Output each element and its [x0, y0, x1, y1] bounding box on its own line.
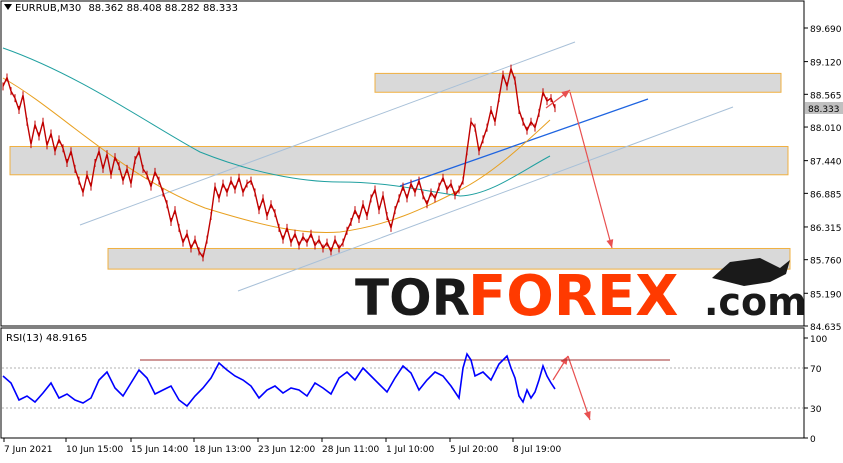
y-tick-label: 89.120	[810, 59, 842, 69]
current-price-label: 88.333	[808, 105, 840, 115]
x-tick-label: 5 Jul 20:00	[450, 445, 499, 455]
y-tick-label: 89.690	[810, 25, 842, 35]
y-tick-label: 85.760	[810, 257, 842, 267]
x-tick-label: 7 Jun 2021	[4, 445, 52, 455]
chart-container: 89.690 89.120 88.565 88.010 87.440 86.885 86.3…	[0, 0, 843, 458]
logo-part-tor: TOR	[355, 269, 470, 327]
x-tick-label: 18 Jun 13:00	[194, 445, 251, 455]
support-resistance-zone	[374, 72, 782, 93]
x-tick-label: 8 Jul 19:00	[513, 445, 562, 455]
y-tick-label: 88.565	[810, 91, 842, 101]
rsi-line	[2, 352, 556, 408]
y-tick-label: 84.635	[810, 323, 842, 333]
rsi-tick-label: 70	[810, 365, 822, 375]
chart-header: EURRUB,M30 88.362 88.408 88.282 88.333	[4, 3, 238, 14]
x-tick-label: 10 Jun 15:00	[66, 445, 123, 455]
dropdown-triangle-icon[interactable]	[4, 4, 12, 10]
ohlc-values: 88.362 88.408 88.282 88.333	[88, 3, 238, 14]
torforex-logo: TORFOREX .com	[355, 258, 807, 329]
channel-upper-line	[79, 41, 576, 226]
price-chart: 89.690 89.120 88.565 88.010 87.440 86.885 86.3…	[0, 0, 843, 455]
y-tick-label: 88.010	[810, 124, 842, 134]
y-tick-label: 87.440	[810, 158, 842, 168]
support-resistance-zone	[107, 247, 791, 270]
rsi-tick-label: 0	[810, 435, 816, 445]
x-tick-label: 15 Jun 14:00	[131, 445, 188, 455]
y-tick-label: 85.190	[810, 290, 842, 300]
symbol-timeframe: EURRUB,M30	[15, 3, 82, 14]
x-tick-label: 28 Jun 11:00	[322, 445, 379, 455]
logo-part-com: .com	[704, 280, 807, 324]
rsi-tick-label: 100	[810, 335, 827, 345]
y-tick-label: 86.315	[810, 224, 842, 234]
logo-part-forex: FOREX	[468, 264, 678, 329]
x-tick-label: 1 Jul 10:00	[386, 445, 435, 455]
rsi-tick-label: 30	[810, 405, 822, 415]
rsi-pane-frame	[0, 327, 805, 439]
rsi-arrow-down-head	[583, 411, 591, 420]
y-tick-label: 86.885	[810, 190, 842, 200]
rsi-header: RSI(13) 48.9165	[6, 333, 88, 344]
x-tick-label: 23 Jun 12:00	[258, 445, 315, 455]
rsi-arrow-down	[567, 355, 591, 421]
